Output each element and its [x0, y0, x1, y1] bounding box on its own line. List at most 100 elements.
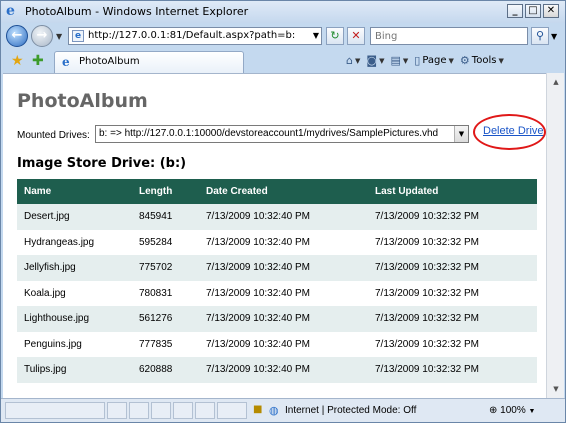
scroll-up-icon[interactable]: ▲	[548, 74, 564, 90]
address-dropdown-icon[interactable]: ▼	[313, 31, 319, 40]
file-last-updated: 7/13/2009 10:32:32 PM	[368, 357, 537, 383]
file-length: 845941	[132, 204, 199, 230]
file-name: Penguins.jpg	[17, 331, 132, 357]
file-last-updated: 7/13/2009 10:32:32 PM	[368, 280, 537, 306]
mounted-drives-value: b: => http://127.0.0.1:10000/devstoreacc…	[99, 128, 439, 139]
table-row: Hydrangeas.jpg 595284 7/13/2009 10:32:40…	[17, 229, 537, 255]
stop-button[interactable]: ✕	[347, 27, 365, 45]
file-date-created: 7/13/2009 10:32:40 PM	[199, 331, 368, 357]
file-date-created: 7/13/2009 10:32:40 PM	[199, 255, 368, 281]
back-arrow-icon: ←	[11, 28, 23, 43]
close-button[interactable]: ✕	[543, 4, 559, 18]
page-content: PhotoAlbum Mounted Drives: b: => http://…	[3, 73, 546, 398]
file-last-updated: 7/13/2009 10:32:32 PM	[368, 229, 537, 255]
maximize-button[interactable]: □	[525, 4, 541, 18]
back-button[interactable]: ←	[6, 25, 28, 47]
search-input[interactable]	[371, 28, 521, 44]
tools-menu[interactable]: ⚙ Tools ▼	[460, 54, 504, 67]
table-row: Tulips.jpg 620888 7/13/2009 10:32:40 PM …	[17, 357, 537, 383]
refresh-button[interactable]: ↻	[326, 27, 344, 45]
file-last-updated: 7/13/2009 10:32:32 PM	[368, 204, 537, 230]
file-last-updated: 7/13/2009 10:32:32 PM	[368, 306, 537, 332]
file-length: 777835	[132, 331, 199, 357]
file-name: Koala.jpg	[17, 280, 132, 306]
highlight-circle	[473, 114, 546, 150]
file-date-created: 7/13/2009 10:32:40 PM	[199, 204, 368, 230]
recent-pages-dropdown[interactable]: ▼	[56, 32, 62, 41]
column-header-last-updated: Last Updated	[368, 179, 537, 204]
search-options-dropdown[interactable]: ▼	[551, 32, 557, 41]
search-icon: ⚲	[535, 29, 545, 42]
file-length: 780831	[132, 280, 199, 306]
lock-icon: ■	[253, 404, 263, 415]
add-favorite-icon[interactable]: ✚	[32, 53, 44, 69]
file-last-updated: 7/13/2009 10:32:32 PM	[368, 255, 537, 281]
table-row: Penguins.jpg 777835 7/13/2009 10:32:40 P…	[17, 331, 537, 357]
globe-icon: ◍	[269, 404, 279, 417]
home-icon: ⌂	[346, 54, 353, 67]
address-row: ← → ▼ e http://127.0.0.1:81/Default.aspx…	[1, 23, 565, 49]
file-name: Tulips.jpg	[17, 357, 132, 383]
table-header-row: Name Length Date Created Last Updated	[17, 179, 537, 204]
file-date-created: 7/13/2009 10:32:40 PM	[199, 357, 368, 383]
ie-logo-icon: e	[6, 3, 15, 19]
mounted-drives-label: Mounted Drives:	[17, 130, 90, 141]
status-segment	[107, 402, 127, 419]
forward-button[interactable]: →	[31, 25, 53, 47]
chevron-down-icon[interactable]: ▼	[454, 126, 468, 142]
file-length: 595284	[132, 229, 199, 255]
file-name: Lighthouse.jpg	[17, 306, 132, 332]
search-button[interactable]: ⚲	[531, 27, 549, 45]
file-last-updated: 7/13/2009 10:32:32 PM	[368, 331, 537, 357]
file-date-created: 7/13/2009 10:32:40 PM	[199, 306, 368, 332]
file-date-created: 7/13/2009 10:32:40 PM	[199, 280, 368, 306]
file-length: 775702	[132, 255, 199, 281]
file-length: 561276	[132, 306, 199, 332]
status-segment	[151, 402, 171, 419]
favorites-star-icon[interactable]: ★	[11, 53, 24, 69]
status-segment	[129, 402, 149, 419]
page-menu[interactable]: ▯ Page ▼	[414, 54, 454, 67]
table-row: Koala.jpg 780831 7/13/2009 10:32:40 PM 7…	[17, 280, 537, 306]
address-bar[interactable]: e http://127.0.0.1:81/Default.aspx?path=…	[68, 27, 322, 45]
tab-row: ★ ✚ e PhotoAlbum ⌂ ▼ ◙ ▼ ▤ ▼ ▯ Page ▼ ⚙ Tools ▼	[1, 49, 565, 73]
address-url[interactable]: http://127.0.0.1:81/Default.aspx?path=b:	[88, 30, 295, 41]
image-store-heading: Image Store Drive: (b:)	[17, 156, 187, 171]
column-header-name: Name	[17, 179, 132, 204]
home-button[interactable]: ⌂ ▼	[346, 54, 360, 67]
print-button[interactable]: ▤ ▼	[390, 54, 408, 67]
mounted-drives-select[interactable]: b: => http://127.0.0.1:10000/devstoreacc…	[95, 125, 469, 143]
status-segment	[173, 402, 193, 419]
print-icon: ▤	[390, 54, 401, 67]
page-menu-icon: ▯	[414, 54, 421, 67]
file-name: Desert.jpg	[17, 204, 132, 230]
command-bar: ⌂ ▼ ◙ ▼ ▤ ▼ ▯ Page ▼ ⚙ Tools ▼	[346, 54, 504, 67]
file-date-created: 7/13/2009 10:32:40 PM	[199, 229, 368, 255]
file-name: Hydrangeas.jpg	[17, 229, 132, 255]
page-icon: e	[72, 30, 84, 42]
stop-icon: ✕	[351, 29, 361, 42]
status-segment	[5, 402, 105, 419]
search-box[interactable]	[370, 27, 528, 45]
tab-photoalbum[interactable]: e PhotoAlbum	[54, 51, 244, 73]
minimize-button[interactable]: _	[507, 4, 523, 18]
scroll-down-icon[interactable]: ▼	[548, 381, 564, 397]
zoom-icon: ⊕	[489, 405, 498, 416]
vertical-scrollbar[interactable]: ▲ ▼	[546, 73, 564, 398]
table-row: Jellyfish.jpg 775702 7/13/2009 10:32:40 …	[17, 255, 537, 281]
feeds-button[interactable]: ◙ ▼	[366, 54, 384, 67]
status-segment	[217, 402, 247, 419]
browser-window: e PhotoAlbum - Windows Internet Explorer…	[0, 0, 566, 423]
window-controls: _ □ ✕	[507, 4, 559, 18]
column-header-length: Length	[132, 179, 199, 204]
window-title: PhotoAlbum - Windows Internet Explorer	[25, 5, 249, 18]
status-segment	[195, 402, 215, 419]
zoom-level: 100%	[500, 405, 526, 416]
zoom-control[interactable]: ⊕ 100% ▼	[489, 405, 535, 416]
refresh-icon: ↻	[330, 29, 340, 42]
table-row: Lighthouse.jpg 561276 7/13/2009 10:32:40…	[17, 306, 537, 332]
security-zone[interactable]: Internet | Protected Mode: Off	[285, 405, 416, 416]
file-name: Jellyfish.jpg	[17, 255, 132, 281]
file-length: 620888	[132, 357, 199, 383]
tab-page-icon: e	[62, 55, 70, 69]
